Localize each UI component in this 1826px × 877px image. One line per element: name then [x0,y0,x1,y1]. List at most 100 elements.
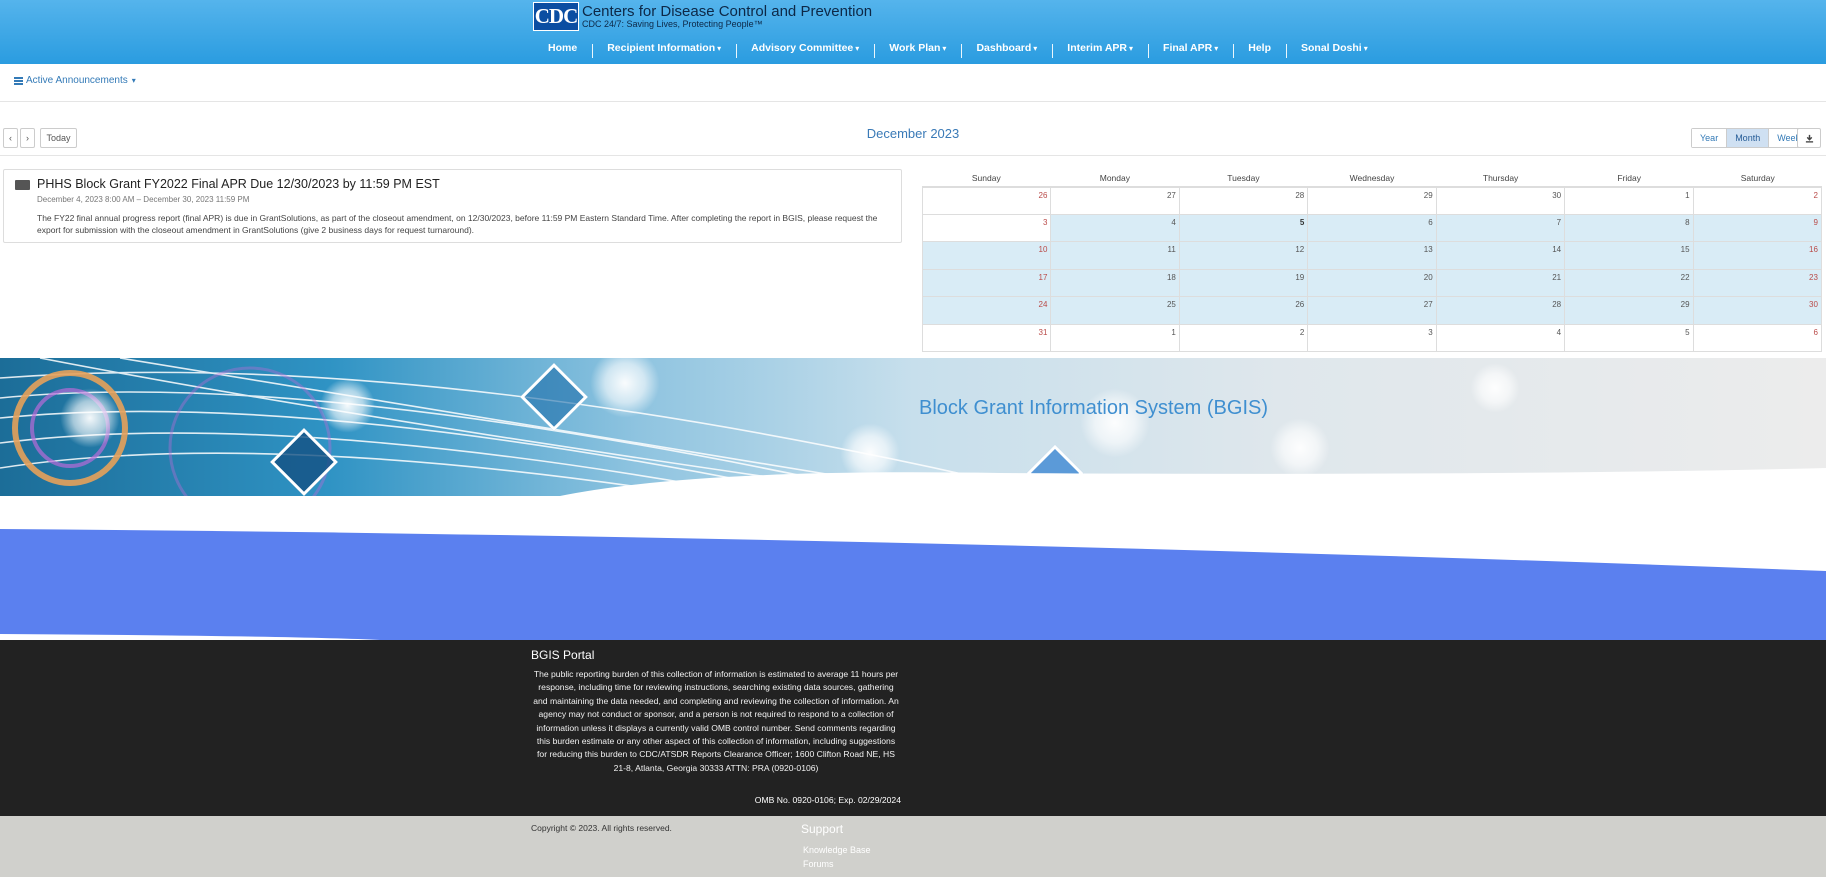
support-heading: Support [801,822,844,836]
calendar-week-row: 3456789 [922,214,1822,242]
calendar-day-cell[interactable]: 28 [1179,187,1309,215]
calendar-day-cell[interactable]: 3 [1308,324,1437,352]
calendar-day-cell[interactable]: 6 [1308,214,1437,242]
caret-down-icon: ▾ [1214,44,1219,53]
calendar-week-row: 31 1 2 3 4 5 6 [922,324,1822,352]
calendar-day-cell[interactable]: 5 [1179,214,1309,242]
calendar-day-cell[interactable]: 22 [1565,269,1694,297]
nav-advisory-committee[interactable]: Advisory Committee ▾ [736,42,874,58]
view-month-button[interactable]: Month [1726,129,1769,147]
calendar-day-cell[interactable]: 30 [1436,187,1566,215]
calendar-day-cell[interactable]: 15 [1565,242,1694,270]
calendar-weeks: 26 27 28 29 30 1 2 3 4 5 6 7 8 9 10 11 12 13 14 15 16 17 18 19 2… [922,186,1822,352]
calendar-day-cell[interactable]: 2 [1693,187,1822,215]
calendar-day-cell[interactable]: 25 [1051,297,1180,325]
weekday-label: Tuesday [1227,173,1260,183]
weekday-label: Saturday [1740,173,1775,183]
calendar-day-cell[interactable]: 12 [1179,242,1309,270]
announcement-icon [15,180,30,190]
active-announcements-toggle[interactable]: Active Announcements ▾ [14,75,136,86]
cdc-brand[interactable]: CDC Centers for Disease Control and Prev… [533,1,872,31]
calendar-day-cell[interactable]: 28 [1436,297,1566,325]
footer: BGIS Portal The public reporting burden … [0,640,1826,816]
calendar-day-cell[interactable]: 29 [1308,187,1437,215]
caret-down-icon: ▾ [1363,44,1368,53]
top-header: CDC Centers for Disease Control and Prev… [0,0,1826,64]
announcement-title: PHHS Block Grant FY2022 Final APR Due 12… [37,177,440,191]
calendar-week-row: 10 11 12 13 14 15 16 [922,242,1822,270]
nav-recipient-information[interactable]: Recipient Information ▾ [592,42,736,58]
weekday-label: Thursday [1482,173,1519,183]
hero-banner: Block Grant Information System (BGIS) [0,358,1826,496]
calendar-day-cell[interactable]: 11 [1051,242,1180,270]
calendar-day-cell[interactable]: 20 [1308,269,1437,297]
calendar-day-cell[interactable]: 26 [923,187,1052,215]
calendar-day-cell[interactable]: 4 [1051,214,1180,242]
announcement-body: The FY22 final annual progress report (f… [37,213,878,235]
calendar-day-cell[interactable]: 6 [1693,324,1822,352]
calendar-day-cell[interactable]: 17 [923,269,1052,297]
calendar-day-cell[interactable]: 2 [1179,324,1309,352]
calendar-day-cell[interactable]: 13 [1308,242,1437,270]
caret-down-icon: ▾ [717,44,722,53]
calendar-day-cell[interactable]: 3 [923,214,1052,242]
calendar-day-cell[interactable]: 5 [1565,324,1694,352]
caret-down-icon: ▾ [855,44,860,53]
knowledge-base-link[interactable]: Knowledge Base [803,845,871,855]
calendar-day-cell[interactable]: 18 [1051,269,1180,297]
weekday-label: Monday [1099,173,1130,183]
month-calendar: Sunday Monday Tuesday Wednesday Thursday Frid… [922,170,1822,352]
nav-help[interactable]: Help [1233,42,1286,58]
calendar-day-cell[interactable]: 1 [1051,324,1180,352]
calendar-day-cell[interactable]: 8 [1565,214,1694,242]
calendar-day-cell[interactable]: 19 [1179,269,1309,297]
view-year-button[interactable]: Year [1692,129,1727,147]
nav-interim-apr[interactable]: Interim APR ▾ [1052,42,1148,58]
caret-down-icon: ▾ [131,76,136,85]
cdc-logo[interactable]: CDC [533,1,579,31]
forums-link[interactable]: Forums [803,859,834,869]
calendar-week-row: 26 27 28 29 30 1 2 [922,187,1822,215]
nav-user-menu[interactable]: Sonal Doshi ▾ [1286,42,1383,58]
weekday-label: Friday [1617,173,1641,183]
blue-wave-band [0,529,1826,641]
calendar-day-cell[interactable]: 29 [1565,297,1694,325]
calendar-day-cell[interactable]: 9 [1693,214,1822,242]
calendar-day-cell[interactable]: 26 [1179,297,1309,325]
calendar-day-cell[interactable]: 7 [1436,214,1566,242]
nav-work-plan[interactable]: Work Plan ▾ [874,42,961,58]
nav-home[interactable]: Home [533,42,592,54]
list-icon [14,76,23,85]
org-tagline: CDC 24/7: Saving Lives, Protecting Peopl… [582,18,763,29]
weekday-label: Wednesday [1349,173,1395,183]
subfooter: Copyright © 2023. All rights reserved. S… [0,816,1826,877]
calendar-day-cell[interactable]: 30 [1693,297,1822,325]
caret-down-icon: ▾ [1129,44,1134,53]
download-icon [1805,134,1813,143]
nav-dashboard[interactable]: Dashboard ▾ [961,42,1052,58]
calendar-day-cell[interactable]: 24 [923,297,1052,325]
calendar-day-cell[interactable]: 10 [923,242,1052,270]
calendar-day-cell[interactable]: 31 [923,324,1052,352]
footer-title: BGIS Portal [531,648,595,662]
calendar-day-cell[interactable]: 27 [1051,187,1180,215]
view-switcher: Year Month Week [1691,128,1810,148]
copyright: Copyright © 2023. All rights reserved. [531,823,672,833]
calendar-day-cell[interactable]: 1 [1565,187,1694,215]
download-button[interactable] [1797,128,1821,148]
nav-final-apr[interactable]: Final APR ▾ [1148,42,1233,58]
banner-curve [0,468,1826,496]
caret-down-icon: ▾ [1033,44,1038,53]
announcements-bar: Active Announcements ▾ [0,64,1826,102]
calendar-week-row: 17 18 19 20 21 22 23 [922,269,1822,297]
org-name: Centers for Disease Control and Preventi… [582,2,873,20]
omb-number: OMB No. 0920-0106; Exp. 02/29/2024 [754,795,901,805]
calendar-day-cell[interactable]: 16 [1693,242,1822,270]
calendar-day-cell[interactable]: 21 [1436,269,1566,297]
calendar-day-cell[interactable]: 14 [1436,242,1566,270]
calendar-day-cell[interactable]: 27 [1308,297,1437,325]
calendar-day-cell[interactable]: 23 [1693,269,1822,297]
calendar-day-cell[interactable]: 4 [1436,324,1566,352]
announcement-panel: PHHS Block Grant FY2022 Final APR Due 12… [3,169,902,243]
burden-statement: The public reporting burden of this coll… [533,669,899,773]
